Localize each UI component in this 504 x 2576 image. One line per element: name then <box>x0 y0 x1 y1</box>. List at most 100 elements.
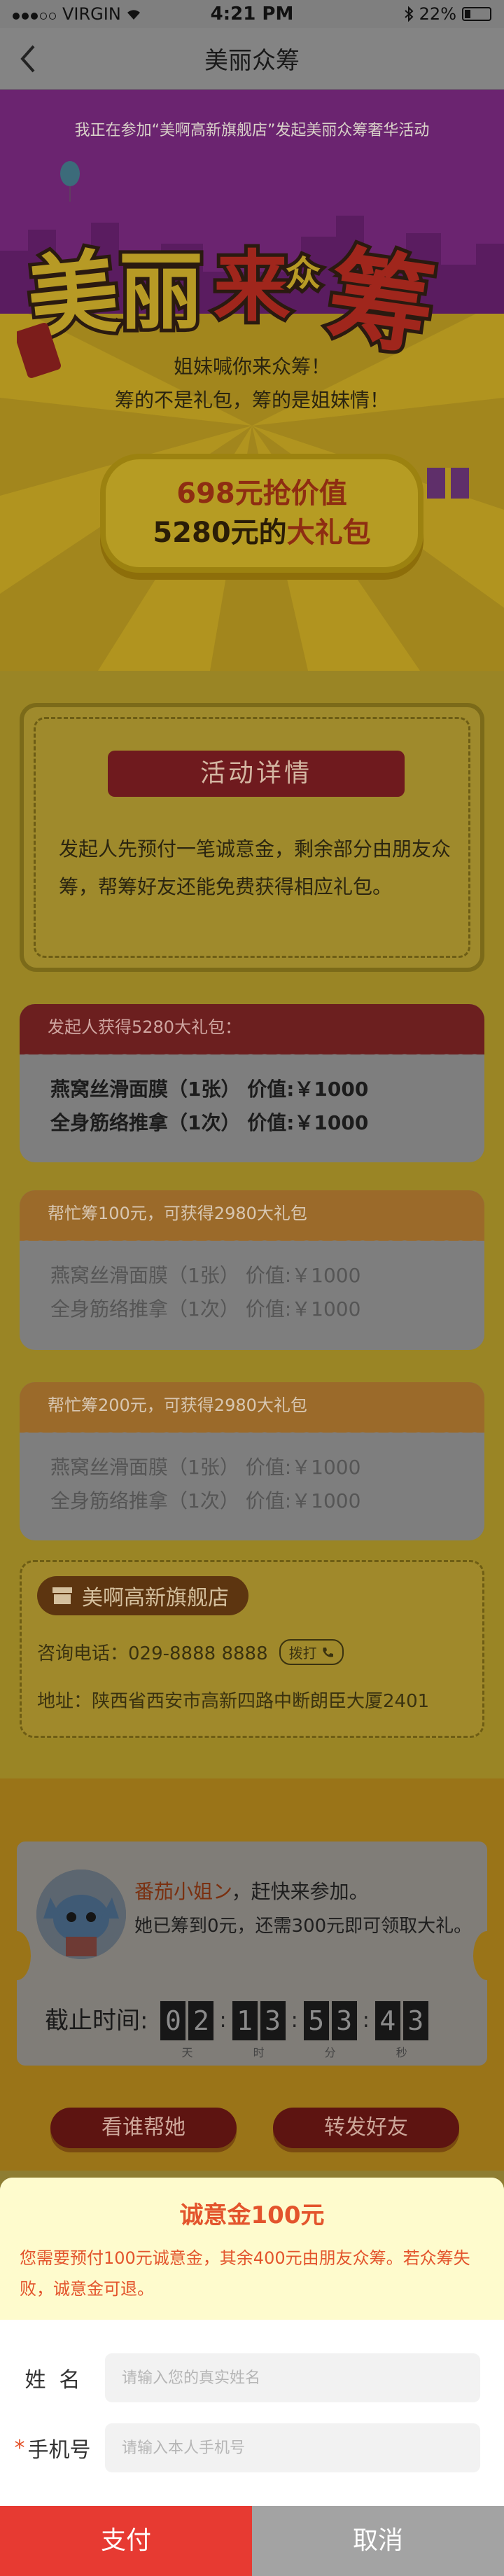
gift-item: 全身筋络推拿（1次） 价值:￥1000 <box>50 1489 361 1512</box>
countdown-separator: : <box>219 2008 227 2033</box>
phone-icon <box>322 1647 333 1657</box>
wifi-icon <box>127 10 140 20</box>
countdown-digit: 3 <box>402 2001 428 2040</box>
hero-banner: 我正在参加“美啊高新旗舰店”发起美丽众筹奢华活动 美 丽 来 众 筹 姐妹喊你来… <box>0 90 504 671</box>
price-line-2: 5280元的大礼包 <box>153 513 370 552</box>
modal-action-bar: 支付 取消 <box>0 2506 504 2576</box>
deposit-description: 您需要预付100元诚意金，其余400元由朋友众筹。若众筹失败，诚意金可退。 <box>20 2248 470 2299</box>
who-helped-button[interactable]: 看谁帮她 <box>50 2108 237 2148</box>
initiator-progress: 她已筹到0元，还需300元即可领取大礼。 <box>134 1916 472 1937</box>
name-field[interactable] <box>105 2353 480 2402</box>
main-content: 活动详情 发起人先预付一笔诚意金，剩余部分由朋友众筹，帮筹好友还能免费获得相应礼… <box>0 671 504 1834</box>
initiator-line: 番茄小姐ン，赶快来参加。 <box>134 1877 369 1905</box>
name-label-text: 姓 名 <box>24 2368 80 2393</box>
phone-row: * 手机号 <box>0 2420 504 2476</box>
initiator-name: 番茄小姐ン <box>134 1880 232 1903</box>
store-name-tag: 美啊高新旗舰店 <box>37 1576 248 1615</box>
countdown-digit: 0 <box>160 2001 186 2040</box>
avatar-image <box>36 1870 126 1959</box>
zigzag-edge <box>20 1426 484 1440</box>
countdown-unit: 天 <box>181 2046 193 2059</box>
back-button[interactable] <box>13 43 43 74</box>
invite-text: 我正在参加“美啊高新旗舰店”发起美丽众筹奢华活动 <box>74 122 430 139</box>
countdown-separator: : <box>362 2008 370 2033</box>
bluetooth-icon <box>404 6 414 22</box>
gift-card-help-100: 帮忙筹100元，可获得2980大礼包 燕窝丝滑面膜（1张） 价值:￥1000 全… <box>20 1190 484 1350</box>
battery-icon <box>462 7 491 21</box>
initiator-section: 番茄小姐ン，赶快来参加。 她已筹到0元，还需300元即可领取大礼。 截止时间: … <box>0 1778 504 2171</box>
gift-item: 燕窝丝滑面膜（1张） 价值:￥1000 <box>50 1078 369 1101</box>
signal-icon <box>13 4 58 24</box>
phone-label-text: 手机号 <box>27 2438 91 2463</box>
ticket-notch-right <box>473 1931 501 1980</box>
gift-item: 燕窝丝滑面膜（1张） 价值:￥1000 <box>50 1456 361 1479</box>
status-time: 4:21 PM <box>210 4 294 25</box>
slogan: 姐妹喊你来众筹！ 筹的不是礼包，筹的是姐妹情！ <box>0 350 504 417</box>
phone-field[interactable] <box>105 2423 480 2472</box>
countdown-digit: 3 <box>260 2001 286 2040</box>
countdown-days: 02 天 <box>160 2001 214 2060</box>
gift-card-initiator: 发起人获得5280大礼包： 燕窝丝滑面膜（1张） 价值:￥1000 全身筋络推拿… <box>20 1004 484 1162</box>
gift-item: 全身筋络推拿（1次） 价值:￥1000 <box>50 1111 369 1134</box>
call-label: 拨打 <box>288 1645 317 1662</box>
store-info-card: 美啊高新旗舰店 咨询电话：029-8888 8888 拨打 地址：陕西省西安市高… <box>20 1560 484 1738</box>
giftbox-right <box>427 468 469 499</box>
deposit-modal: 诚意金100元 您需要预付100元诚意金，其余400元由朋友众筹。若众筹失败，诚… <box>0 2178 504 2576</box>
share-button[interactable]: 转发好友 <box>273 2108 459 2148</box>
ticket-notch-left <box>3 1931 31 1980</box>
gift-card-body: 燕窝丝滑面膜（1张） 价值:￥1000 全身筋络推拿（1次） 价值:￥1000 <box>20 1433 484 1518</box>
chevron-left-icon <box>20 45 35 73</box>
carrier-label: VIRGIN <box>62 4 121 24</box>
price-line-2-text: 5280元的 <box>153 517 287 549</box>
initiator-suffix: ，赶快来参加。 <box>231 1880 369 1903</box>
countdown-unit: 时 <box>253 2046 265 2059</box>
slogan-line-1: 姐妹喊你来众筹！ <box>173 355 330 378</box>
gift-card-body: 燕窝丝滑面膜（1张） 价值:￥1000 全身筋络推拿（1次） 价值:￥1000 <box>20 1241 484 1326</box>
nav-bar: 美丽众筹 <box>0 28 504 90</box>
countdown: 截止时间: 02 天 : 13 时 : 53 分 : 43 秒 <box>45 2001 428 2060</box>
countdown-label: 截止时间: <box>45 2007 148 2035</box>
gift-card-help-200: 帮忙筹200元，可获得2980大礼包 燕窝丝滑面膜（1张） 价值:￥1000 全… <box>20 1382 484 1540</box>
price-line-2-highlight: 大礼包 <box>286 517 371 549</box>
svg-text:众: 众 <box>286 253 321 294</box>
gift-card-body: 燕窝丝滑面膜（1张） 价值:￥1000 全身筋络推拿（1次） 价值:￥1000 <box>20 1054 484 1140</box>
gift-card-title: 帮忙筹100元，可获得2980大礼包 <box>48 1204 307 1223</box>
gift-card-title: 帮忙筹200元，可获得2980大礼包 <box>48 1395 307 1415</box>
call-button[interactable]: 拨打 <box>279 1639 344 1665</box>
countdown-digit: 5 <box>303 2001 329 2040</box>
store-phone-row: 咨询电话：029-8888 8888 拨打 <box>37 1639 344 1665</box>
activity-detail-card: 活动详情 发起人先预付一笔诚意金，剩余部分由朋友众筹，帮筹好友还能免费获得相应礼… <box>20 703 484 972</box>
phone-label: * 手机号 <box>0 2432 105 2463</box>
gift-item: 全身筋络推拿（1次） 价值:￥1000 <box>50 1297 361 1321</box>
countdown-unit: 分 <box>324 2046 336 2059</box>
balloons-decoration <box>60 161 80 202</box>
cancel-button[interactable]: 取消 <box>252 2506 504 2576</box>
required-mark: * <box>14 2435 25 2460</box>
countdown-seconds: 43 秒 <box>374 2001 428 2060</box>
deposit-info: 诚意金100元 您需要预付100元诚意金，其余400元由朋友众筹。若众筹失败，诚… <box>0 2178 504 2320</box>
price-badge: 698元抢价值 5280元的大礼包 <box>100 454 424 573</box>
page-title: 美丽众筹 <box>204 47 300 75</box>
store-icon <box>52 1587 72 1604</box>
price-line-1: 698元抢价值 <box>176 478 347 510</box>
deposit-title: 诚意金100元 <box>179 2201 325 2229</box>
store-name: 美啊高新旗舰店 <box>82 1586 229 1610</box>
countdown-digit: 2 <box>188 2001 214 2040</box>
countdown-digit: 3 <box>331 2001 357 2040</box>
svg-text:丽: 丽 <box>119 244 203 341</box>
initiator-card: 番茄小姐ン，赶快来参加。 她已筹到0元，还需300元即可领取大礼。 截止时间: … <box>3 1842 501 2066</box>
activity-detail-text: 发起人先预付一笔诚意金，剩余部分由朋友众筹，帮筹好友还能免费获得相应礼包。 <box>59 837 451 898</box>
zigzag-edge <box>20 1234 484 1248</box>
status-bar: VIRGIN 4:21 PM 22% <box>0 0 504 28</box>
name-row: 姓 名 <box>0 2350 504 2406</box>
name-label: 姓 名 <box>0 2362 105 2393</box>
countdown-minutes: 53 分 <box>303 2001 357 2060</box>
store-address: 地址：陕西省西安市高新四路中断朗臣大厦2401 <box>37 1691 430 1712</box>
svg-text:来: 来 <box>214 242 290 332</box>
gift-card-header: 帮忙筹200元，可获得2980大礼包 <box>20 1382 484 1440</box>
gift-card-header: 发起人获得5280大礼包： <box>20 1004 484 1061</box>
countdown-digit: 4 <box>374 2001 400 2040</box>
pay-button[interactable]: 支付 <box>0 2506 252 2576</box>
status-left: VIRGIN <box>13 4 195 24</box>
gift-card-title: 发起人获得5280大礼包： <box>48 1017 242 1037</box>
